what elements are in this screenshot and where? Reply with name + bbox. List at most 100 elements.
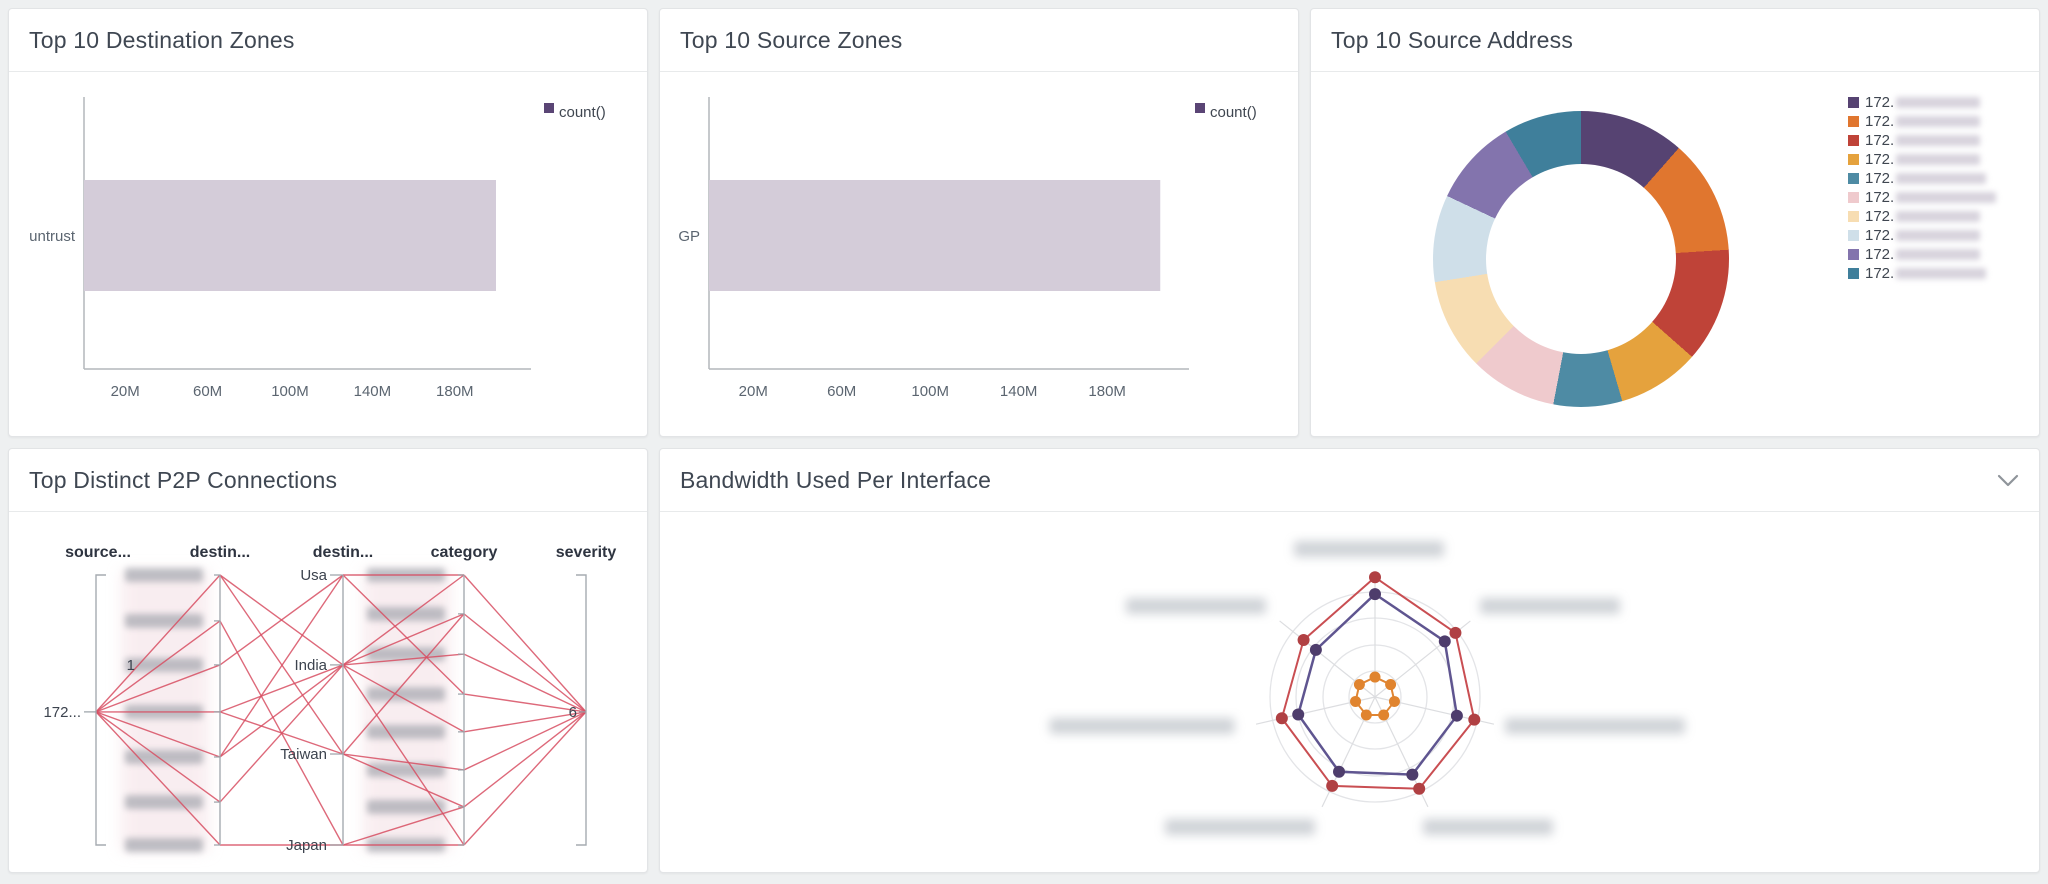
series-orange-point[interactable] [1378,709,1390,721]
panel-title: Top Distinct P2P Connections [29,466,338,493]
masked-value-text [367,724,445,739]
series-red-point[interactable] [1326,779,1339,792]
legend-swatch [1848,116,1859,127]
series-red-point[interactable] [1449,626,1462,639]
series-purple-line[interactable] [1296,592,1459,776]
panel-top-destination-zones: Top 10 Destination Zones untrust 20M 60M 10… [8,8,648,437]
panel-header: Top 10 Destination Zones [9,9,647,72]
connection-line[interactable] [219,664,344,758]
legend-label-prefix: 172. [1865,246,1895,263]
legend-item[interactable]: 172. [1848,112,1996,131]
legend-label-prefix: 172. [1865,113,1895,130]
legend-swatch [1848,211,1859,222]
connection-line[interactable] [219,664,344,803]
legend-swatch [1848,268,1859,279]
series-purple-point[interactable] [1369,588,1381,601]
donut-legend: 172. 172. 172. 172. 172. 172. 172. 172. 172. 172. [1848,93,1997,283]
legend-swatch [1848,135,1859,146]
series-purple-point[interactable] [1450,709,1463,722]
legend-item[interactable]: 172. [1848,245,1996,264]
series-orange-point[interactable] [1369,671,1381,683]
x-tick-label: 20M [111,383,140,400]
legend-label-prefix: 172. [1865,132,1895,149]
masked-spoke-label [1126,598,1266,614]
legend-item[interactable]: 172. [1848,93,1996,112]
legend-label-masked [1896,192,1997,203]
series-orange-point[interactable] [1350,695,1362,707]
bar-chart-svg: GP 20M 60M 100M 140M 180M count() [678,97,1257,400]
legend-swatch [1848,173,1859,184]
legend-item[interactable]: 172. [1848,226,1996,245]
series-red-point[interactable] [1275,712,1288,725]
axis-header: destin... [313,544,373,561]
legend-label-masked [1896,249,1981,260]
dashboard-row-bottom: Top Distinct P2P Connections source... de… [8,448,2040,873]
legend-label-prefix: 172. [1865,151,1895,168]
panel-header: Top 10 Source Zones [660,9,1298,72]
panel-top-source-zones: Top 10 Source Zones GP 20M 60M 100M 140M 180M… [659,8,1299,437]
series-purple-point[interactable] [1309,643,1322,656]
series-orange-point[interactable] [1388,695,1400,707]
masked-value-text [125,613,203,628]
masked-value-text [367,687,445,702]
series-orange-point[interactable] [1353,679,1365,691]
legend-item[interactable]: 172. [1848,150,1996,169]
legend-label-masked [1896,268,1987,279]
legend-item[interactable]: 172. [1848,264,1996,283]
x-tick-label: 60M [193,383,222,400]
series-purple-point[interactable] [1292,708,1305,721]
masked-value-text [125,838,203,852]
legend-item[interactable]: 172. [1848,207,1996,226]
category-label: untrust [29,228,76,245]
series-red-point[interactable] [1413,782,1426,795]
severity-node-label: 6 [569,704,577,721]
dashboard-row-top: Top 10 Destination Zones untrust 20M 60M 10… [8,8,2040,437]
parallel-coordinates-chart: source... destin... destin... category sever… [9,512,647,872]
series-purple-point[interactable] [1406,768,1419,781]
series-orange-point[interactable] [1385,679,1397,691]
series-red-point[interactable] [1369,571,1381,584]
chevron-down-icon[interactable] [1997,474,2019,487]
connection-line[interactable] [463,711,587,846]
legend-label-prefix: 172. [1865,170,1895,187]
masked-spoke-label [1165,819,1315,835]
legend-label[interactable]: count() [1210,104,1257,121]
legend-swatch [1195,103,1205,113]
panel-header: Top 10 Source Address [1311,9,2039,72]
legend-label-masked [1896,135,1981,146]
dashboard: Top 10 Destination Zones untrust 20M 60M 10… [0,0,2048,884]
series-purple-point[interactable] [1438,635,1451,648]
series-purple-point[interactable] [1333,765,1346,778]
masked-spoke-label [1480,598,1620,614]
panel-title: Top 10 Destination Zones [29,26,295,53]
series-red-point[interactable] [1297,634,1310,647]
connection-line[interactable] [463,574,587,713]
panel-header: Top Distinct P2P Connections [9,449,647,512]
x-tick-label: 140M [354,383,392,400]
donut-chart-source-address: 172. 172. 172. 172. 172. 172. 172. 172. 172. 172. [1311,72,2039,436]
axis-header: destin... [190,544,250,561]
legend-label-masked [1896,173,1987,184]
masked-value-text [125,568,203,582]
legend-item[interactable]: 172. [1848,131,1996,150]
legend-label-masked [1896,97,1981,108]
series-orange-point[interactable] [1360,709,1372,721]
bar-GP[interactable] [709,180,1161,291]
bar-untrust[interactable] [84,180,496,291]
legend-label[interactable]: count() [559,104,606,121]
donut-hole [1433,111,1729,407]
series-red-line[interactable] [1280,576,1476,790]
legend-label-masked [1896,116,1981,127]
legend-label-masked [1896,211,1981,222]
x-tick-label: 140M [1000,383,1038,400]
bar-chart-svg: untrust 20M 60M 100M 140M 180M count() [29,97,606,400]
legend-label-prefix: 172. [1865,189,1895,206]
legend-label-masked [1896,154,1981,165]
legend-item[interactable]: 172. [1848,169,1996,188]
series-red-point[interactable] [1468,713,1481,726]
x-tick-label: 100M [911,383,949,400]
axis-header: category [431,544,498,561]
panel-top-source-address: Top 10 Source Address 172. 172. 172. 172. 17… [1310,8,2040,437]
connection-line[interactable] [463,711,587,808]
legend-item[interactable]: 172. [1848,188,1997,207]
